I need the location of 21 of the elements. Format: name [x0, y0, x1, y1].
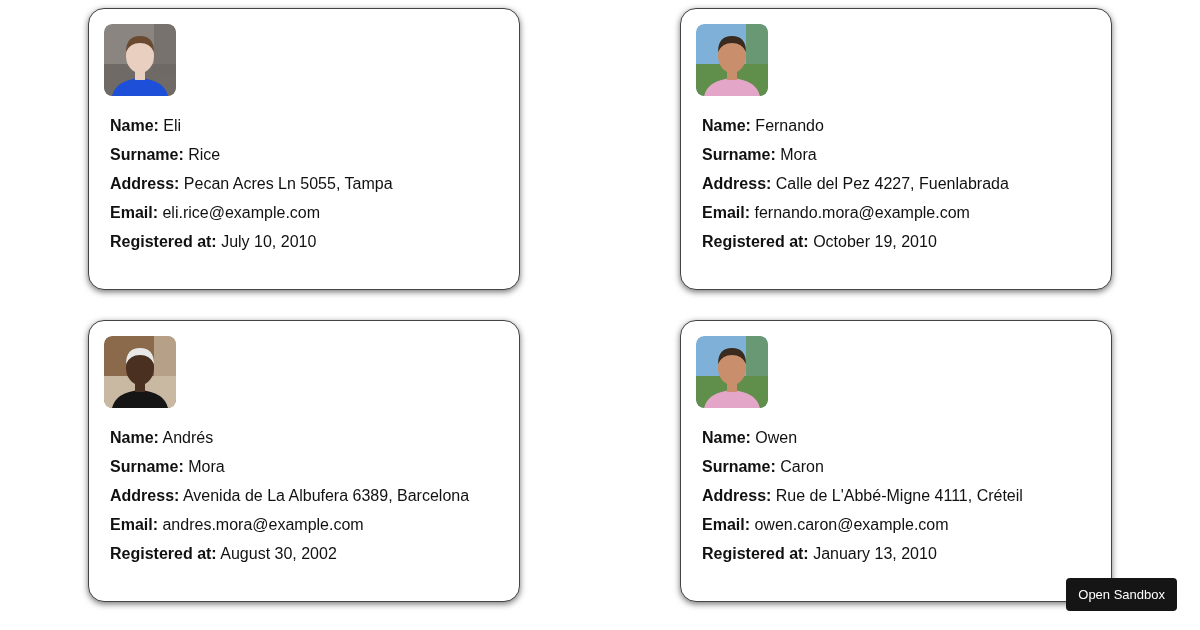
user-detail: Name: Fernando — [702, 116, 825, 136]
user-detail: Surname: Mora — [110, 457, 226, 477]
user-detail: Name: Eli — [110, 116, 183, 136]
user-detail: Email: eli.rice@example.com — [110, 203, 322, 223]
user-detail: Email: owen.caron@example.com — [702, 515, 950, 535]
user-detail: Registered at: October 19, 2010 — [702, 232, 938, 252]
user-detail: Name: Owen — [702, 428, 799, 448]
user-detail: Surname: Mora — [702, 145, 818, 165]
user-detail: Registered at: January 13, 2010 — [702, 544, 938, 564]
user-detail: Surname: Caron — [702, 457, 825, 477]
user-detail: Surname: Rice — [110, 145, 222, 165]
user-detail: Address: Avenida de La Albufera 6389, Barcelona — [110, 486, 471, 506]
user-detail: Registered at: August 30, 2002 — [110, 544, 338, 564]
user-detail: Address: Pecan Acres Ln 5055, Tampa — [110, 174, 394, 194]
user-detail: Address: Calle del Pez 4227, Fuenlabrada — [702, 174, 1010, 194]
user-detail: Name: Andrés — [110, 428, 215, 448]
open-sandbox-button[interactable]: Open Sandbox — [1066, 578, 1177, 611]
user-detail: Email: andres.mora@example.com — [110, 515, 365, 535]
user-detail: Registered at: July 10, 2010 — [110, 232, 318, 252]
user-detail: Address: Rue de L'Abbé-Migne 4111, Créteil — [702, 486, 1024, 506]
user-detail: Email: fernando.mora@example.com — [702, 203, 971, 223]
